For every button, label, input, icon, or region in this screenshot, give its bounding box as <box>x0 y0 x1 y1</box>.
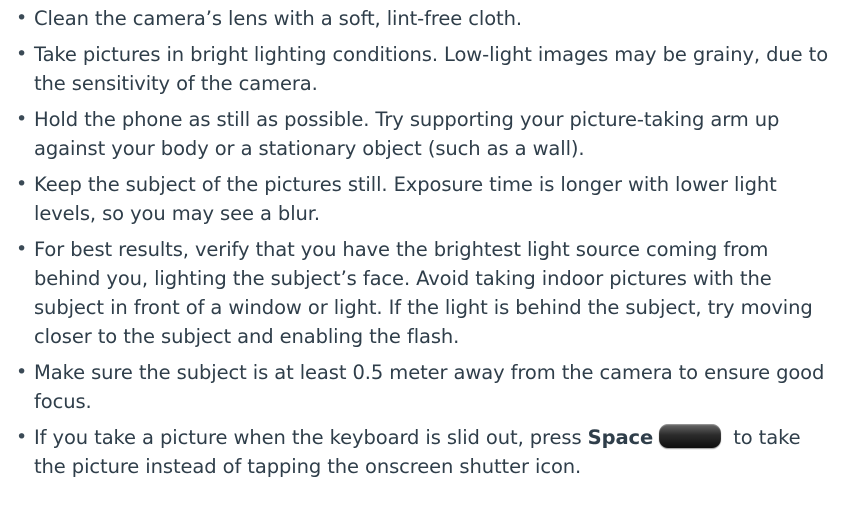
list-item: • If you take a picture when the keyboar… <box>14 423 834 481</box>
tip-text: Make sure the subject is at least 0.5 me… <box>34 361 825 413</box>
list-item: • Keep the subject of the pictures still… <box>14 170 834 228</box>
list-item: • Make sure the subject is at least 0.5 … <box>14 358 834 416</box>
list-item: • Hold the phone as still as possible. T… <box>14 105 834 163</box>
tip-text: Take pictures in bright lighting conditi… <box>34 43 829 95</box>
list-item: • Take pictures in bright lighting condi… <box>14 40 834 98</box>
tip-text: Clean the camera’s lens with a soft, lin… <box>34 7 522 30</box>
bullet-icon: • <box>16 361 28 383</box>
document-page: • Clean the camera’s lens with a soft, l… <box>0 0 848 513</box>
bullet-icon: • <box>16 426 28 448</box>
tip-text: Keep the subject of the pictures still. … <box>34 173 777 225</box>
camera-tips-list: • Clean the camera’s lens with a soft, l… <box>14 4 834 481</box>
list-item: • Clean the camera’s lens with a soft, l… <box>14 4 834 33</box>
bullet-icon: • <box>16 173 28 195</box>
bullet-icon: • <box>16 43 28 65</box>
bullet-icon: • <box>16 7 28 29</box>
space-key-label: Space <box>587 426 654 449</box>
bullet-icon: • <box>16 238 28 260</box>
list-item: • For best results, verify that you have… <box>14 235 834 351</box>
tip-text-prefix: If you take a picture when the keyboard … <box>34 426 588 449</box>
bullet-icon: • <box>16 108 28 130</box>
space-key-icon <box>659 424 722 448</box>
tip-text: Hold the phone as still as possible. Try… <box>34 108 780 160</box>
tip-text: For best results, verify that you have t… <box>34 238 813 348</box>
